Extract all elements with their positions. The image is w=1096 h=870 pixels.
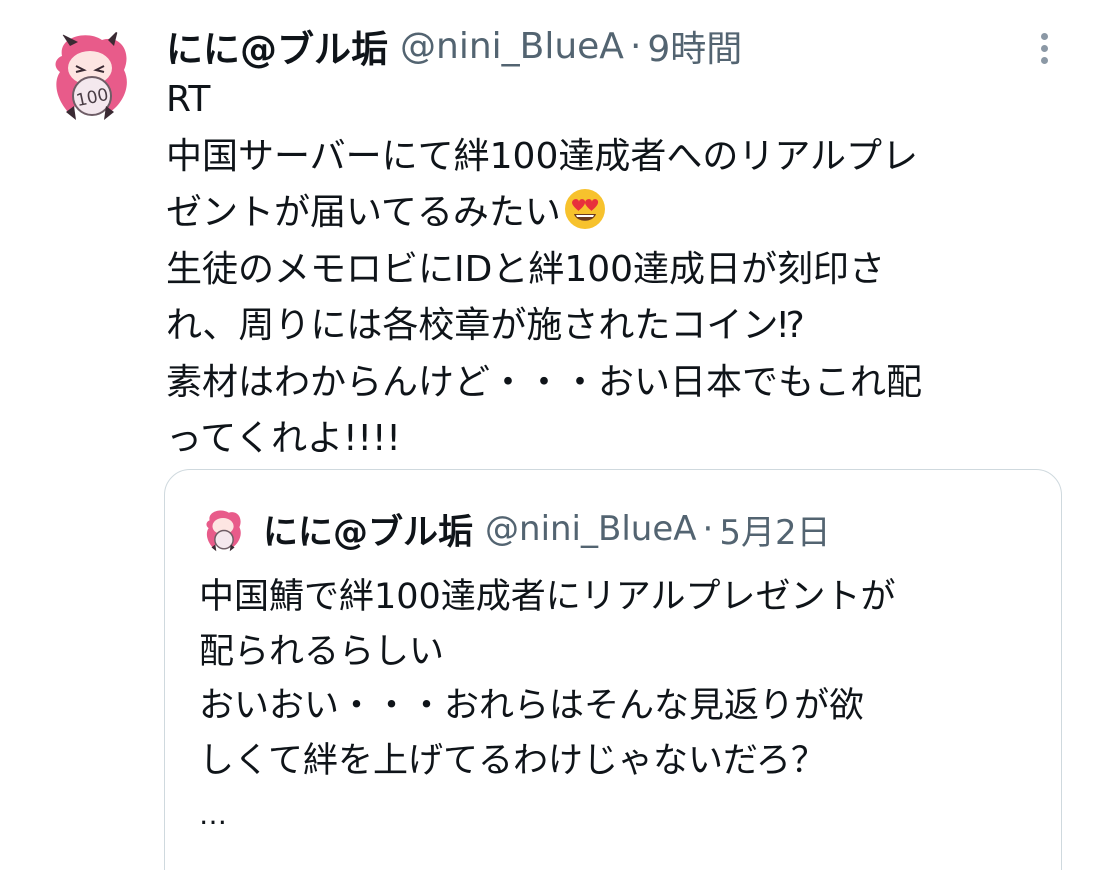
timestamp[interactable]: 9時間 [647,20,742,72]
quoted-avatar [199,506,249,556]
anime-avatar-icon [199,506,249,556]
tweet[interactable]: 100 にに@ブル垢 @nini_BlueA · 9時間 RT 中国サーバーにて… [0,0,1096,870]
quoted-text-line: しくて絆を上げてるわけじゃないだろ？ [199,740,826,781]
author-name[interactable]: にに@ブル垢 [166,19,388,73]
tweet-text-line: 素材はわからんけど・・・おい日本でもこれ配 [166,361,923,403]
quoted-tweet-header: にに@ブル垢 @nini_BlueA · 5月2日 [263,504,831,554]
heart-eyes-emoji-icon [564,189,605,229]
quoted-text-line: おいおい・・・おれらはそんな見返りが欲 [199,686,865,726]
tweet-text-line: 中国サーバーにて絆100達成者へのリアルプレ [166,135,918,177]
quoted-author-name: にに@ブル垢 [263,512,474,553]
more-vertical-icon [1040,32,1048,40]
avatar[interactable]: 100 [40,26,144,130]
tweet-text: RT 中国サーバーにて絆100達成者へのリアルプレ ゼントが届いてるみたい 生徒… [166,72,1056,468]
quoted-tweet-text: 中国鯖で絆100達成者にリアルプレゼントが 配られるらしい おいおい・・・おれら… [199,570,1039,843]
quoted-text-line: 中国鯖で絆100達成者にリアルプレゼントが [199,577,896,617]
tweet-text-line: れ、周りには各校章が施されたコイン⁉︎ [166,305,805,346]
tweet-text-line: 生徒のメモロビにIDと絆100達成日が刻印さ [166,248,886,290]
quoted-author-handle: @nini_BlueA [485,509,697,549]
separator-dot: · [702,509,714,549]
anime-avatar-icon: 100 [40,26,144,130]
separator-dot: · [629,25,642,67]
tweet-text-line: ゼントが届いてるみたい [166,185,1056,242]
tweet-text-line: ってくれよ!!!! [166,418,401,459]
tweet-text-line: RT [166,79,211,120]
author-handle[interactable]: @nini_BlueA [400,26,624,67]
quoted-timestamp: 5月2日 [719,512,831,553]
quoted-text-line: 配られるらしい [199,631,445,672]
more-options-button[interactable] [1024,26,1064,70]
quoted-text-ellipsis: … [199,798,227,831]
quoted-tweet-card[interactable]: にに@ブル垢 @nini_BlueA · 5月2日 中国鯖で絆100達成者にリア… [164,469,1062,870]
tweet-header: にに@ブル垢 @nini_BlueA · 9時間 [166,20,742,72]
